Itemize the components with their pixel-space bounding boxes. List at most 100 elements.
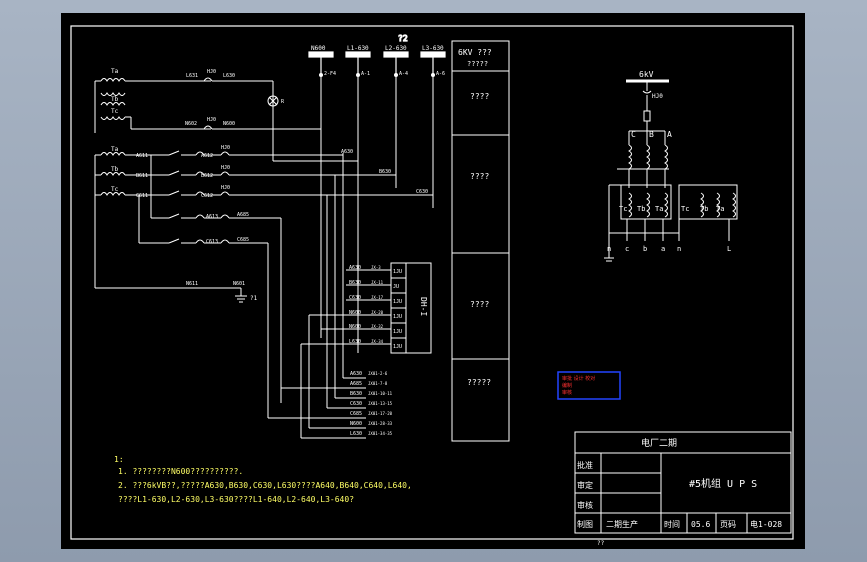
schematic-canvas: ?2 N600 L1-630 L2-630 L3-630 2-F4 A-1 A-… [70,25,794,547]
pin-4: JX-20 [371,310,384,315]
wire-l631: L631 [186,73,198,79]
wire-a613: A613 [206,214,218,220]
term-c: c [625,245,629,253]
fuse-label-1: 2-F4 [324,71,336,77]
sheet-border [70,25,794,540]
panel-header-2: ????? [467,60,488,68]
term-b: b [643,245,647,253]
phase-a: A [667,130,672,139]
hj0-a: HJ0 [221,145,230,151]
wire-b612: B612 [201,173,213,179]
note-3: ????L1-630,L2-630,L3-630????L1-640,L2-64… [118,495,354,504]
bt-5: C685 [350,411,362,417]
bp-5: JX01-17-20 [368,411,393,416]
pin-5: JX-32 [371,324,384,329]
relay-cell-3: 1JU [393,299,402,305]
fuse-label-4: A-6 [436,71,445,77]
tb-company: 电厂二期 [641,437,677,449]
bt-6: N600 [350,421,362,427]
busbar-l3-label: L3-630 [422,45,444,52]
primary-breaker-label: HJ0 [652,93,663,100]
busbar-l1 [345,51,371,58]
coil-label-c2: Tc [111,186,119,193]
fuse-dot-3 [394,73,398,77]
wire-a612: A612 [201,153,213,159]
tb-time-label: 时间 [664,519,680,529]
wire-c630: C630 [416,189,428,195]
panel-row-1: ???? [470,92,489,101]
relay-cell-6: 1JU [393,344,402,350]
bp-7: JX01-34-35 [368,431,393,436]
term-l: L [727,245,731,253]
relay-cell-2: JU [393,284,399,290]
wire-c612: C612 [201,193,213,199]
bt-3: B630 [350,391,362,397]
sec-2: Tb [637,205,645,213]
phase-c: C [631,130,636,139]
panel-row-3: ???? [470,300,489,309]
lamp-r-label: R [281,99,285,105]
busbar-n600-label: N600 [311,45,326,52]
wire-b611: B611 [136,173,148,179]
note-2: 2. ???6kVB??,?????A630,B630,C630,L630???… [118,481,412,490]
panel-row-4: ????? [467,378,491,387]
bp-6: JX01-28-33 [368,421,393,426]
relay-cell-1: 1JU [393,269,402,275]
terminal-4: N600 [349,310,361,316]
tb-time-value: 05.6 [691,520,710,529]
fuse-dot-4 [431,73,435,77]
term-n2: n [677,245,681,253]
approval-stamp: 审批 设计 校对 编制 审核 [557,371,621,400]
bp-2: JX01-7-8 [368,381,388,386]
wire-b630: B630 [379,169,391,175]
tb-draw: 制图 [577,519,593,529]
relay-cell-5: 1JU [393,329,402,335]
wire-hj0-mid: HJ0 [207,117,216,123]
fuse-label-2: A-1 [361,71,370,77]
coil-label-b: Tb [111,96,119,103]
busbar-l1-label: L1-630 [347,45,369,52]
wire-l630: L630 [223,73,235,79]
terminal-5: N600 [349,324,361,330]
note-1: 1. ????????N600??????????. [118,467,243,476]
pin-1: JX-3 [371,265,381,270]
notes-heading: 1: [114,455,124,464]
primary-schematic [604,79,738,262]
hj0-c: HJ0 [221,185,230,191]
coil-label-c: Tc [111,108,119,115]
wire-c611: C611 [136,193,148,199]
coil-label-b2: Tb [111,166,119,173]
busbar-n600 [308,51,334,58]
pin-2: JX-11 [371,280,384,285]
wire-c613: C613 [206,239,218,245]
tb-dept: 二期生产 [606,519,638,529]
wire-n601: N601 [233,281,245,287]
bt-7: L630 [350,431,362,437]
sec-4: Tc [681,205,689,213]
sec-6: Ta [716,205,724,213]
bt-2: A685 [350,381,362,387]
stamp-line-1: 审批 设计 校对 [562,375,595,382]
fuse-dot-1 [319,73,323,77]
tb-review: 审定 [577,480,593,490]
terminal-2: B630 [349,280,361,286]
sec-1: Tc [619,205,627,213]
tb-approve: 批准 [577,460,593,470]
term-n1: n [607,245,611,253]
tb-title: #5机组 U P S [689,477,757,490]
tb-drawing-no: 电1-028 [750,519,782,529]
busbar-group: ?2 [308,33,446,75]
phase-b: B [649,130,654,139]
fuse-dot-2 [356,73,360,77]
terminal-3: C630 [349,295,361,301]
busbar-l3 [420,51,446,58]
bp-3: JX01-10-11 [368,391,393,396]
busbar-l2 [383,51,409,58]
busbar-l2-label: L2-630 [385,45,407,52]
bt-4: C630 [350,401,362,407]
sec-5: Tb [700,205,708,213]
relay-label: DH-I [419,297,428,316]
drawing-sheet: ?2 N600 L1-630 L2-630 L3-630 2-F4 A-1 A-… [61,13,805,549]
bt-1: A630 [350,371,362,377]
wire-a685: A685 [237,212,249,218]
